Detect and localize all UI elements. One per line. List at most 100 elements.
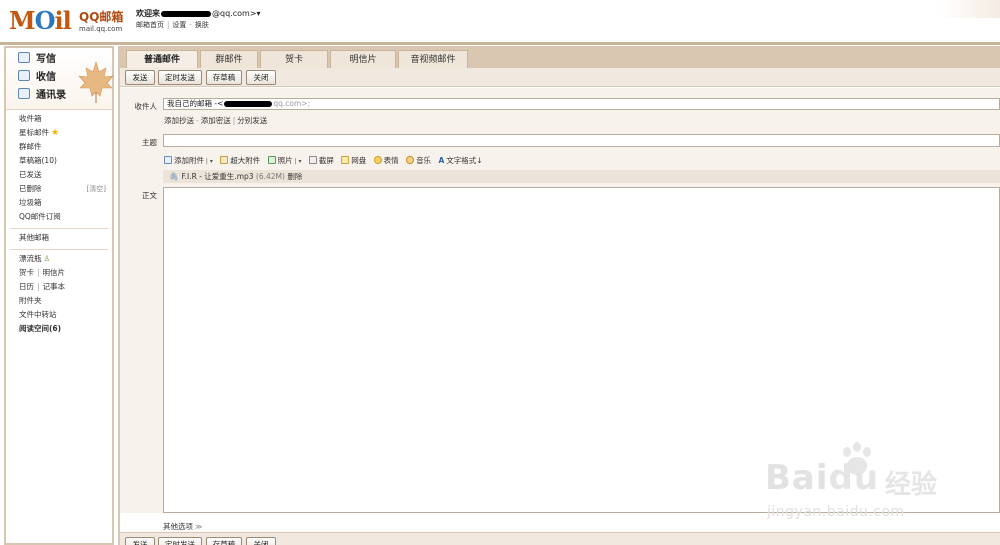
delete-attachment-link[interactable]: 删除 [287, 172, 302, 181]
tab-card[interactable]: 贺卡 [260, 50, 328, 68]
add-bcc-link[interactable]: 添加密送 [201, 116, 231, 125]
link-notes[interactable]: 记事本 [43, 282, 66, 291]
folder-list: 收件箱 星标邮件 ★ 群邮件 草稿箱(10) 已发送 已删除 [清空] 垃圾箱 QQ… [6, 112, 112, 336]
address-book-icon [18, 88, 30, 99]
account-dropdown[interactable]: @qq.com>▾ [212, 9, 261, 18]
folder-subscribe[interactable]: QQ邮件订阅 [6, 210, 112, 224]
folder-starred[interactable]: 星标邮件 ★ [6, 126, 112, 140]
folder-group[interactable]: 群邮件 [6, 140, 112, 154]
tab-postcard[interactable]: 明信片 [330, 50, 396, 68]
bottom-send-button[interactable]: 发送 [125, 537, 155, 545]
to-field[interactable]: 我自己的邮箱 -< qq.com>; [163, 98, 1000, 110]
body-editor[interactable] [163, 187, 1000, 513]
logo-qq-text: QQ邮箱 [79, 10, 124, 24]
compose-area: 收件人 我自己的邮箱 -< qq.com>; 添加抄送 - 添加密送 | 分别发送 主题 … [120, 88, 1000, 513]
redacted-email [161, 10, 211, 17]
top-toolbar: 发送 定时发送 存草稿 关闭 [120, 68, 1000, 87]
screenshot-icon [308, 156, 317, 164]
folder-sent[interactable]: 已发送 [6, 168, 112, 182]
paperclip-icon [164, 156, 172, 164]
sidebar: 写信 收信 通讯录 收件箱 星标邮件 ★ 群邮件 草稿箱(10) 已发送 已删除[… [4, 46, 114, 545]
body-label: 正文 [142, 191, 157, 200]
welcome-text: 欢迎来 @qq.com>▾ [136, 9, 261, 18]
contacts-button[interactable]: 通讯录 [18, 88, 66, 102]
write-button[interactable]: 写信 [18, 52, 56, 66]
add-attachment-button[interactable]: 添加附件 | ▾ [164, 155, 213, 168]
attached-file-row: 🖇 F.I.R - 让爱重生.mp3 (6.42M) 删除 [163, 170, 1000, 183]
link-calendar[interactable]: 日历 [19, 282, 34, 291]
text-format-icon: A [438, 156, 445, 165]
card-postcard-row: 贺卡 | 明信片 [19, 268, 66, 277]
redacted-address [224, 101, 273, 107]
folder-deleted[interactable]: 已删除 [清空] [6, 182, 112, 196]
paperclip-icon: 🖇 [169, 172, 179, 181]
divider [10, 228, 108, 229]
calendar-notes-row: 日历 | 记事本 [19, 282, 66, 291]
emoticon-button[interactable]: 表情 [373, 155, 399, 167]
text-format-button[interactable]: A 文字格式↓ [438, 155, 482, 167]
bottom-timed-send-button[interactable]: 定时发送 [158, 537, 202, 545]
separate-send-link[interactable]: 分别发送 [237, 116, 267, 125]
netdisk-button[interactable]: 网盘 [341, 155, 366, 167]
header-divider [0, 42, 1000, 45]
music-note-icon [406, 156, 415, 164]
bottom-save-draft-button[interactable]: 存草稿 [206, 537, 242, 545]
add-cc-link[interactable]: 添加抄送 [164, 116, 194, 125]
big-attachment-icon [220, 156, 229, 164]
tab-group-mail[interactable]: 群邮件 [200, 50, 258, 68]
inbox-icon [18, 70, 30, 81]
chevron-down-icon: ≫ [195, 523, 203, 531]
folder-spam[interactable]: 垃圾箱 [6, 196, 112, 210]
qq-mail-logo[interactable]: MOil QQ邮箱 mail.qq.com [9, 6, 129, 36]
drift-bottle[interactable]: 漂流瓶 ♙ [6, 252, 112, 266]
link-card[interactable]: 贺卡 [19, 268, 34, 277]
header: MOil QQ邮箱 mail.qq.com 欢迎来 @qq.com>▾ 邮箱首页 |… [0, 0, 1000, 42]
folder-reading-space[interactable]: 阅读空间(6) [6, 322, 112, 336]
star-icon: ★ [51, 128, 60, 138]
folder-inbox[interactable]: 收件箱 [6, 112, 112, 126]
receive-button[interactable]: 收信 [18, 70, 56, 84]
send-button[interactable]: 发送 [125, 70, 155, 85]
smiley-icon [373, 156, 382, 164]
bottom-close-button[interactable]: 关闭 [246, 537, 276, 545]
save-draft-button[interactable]: 存草稿 [206, 70, 242, 85]
top-links: 邮箱首页 | 设置 - 换肤 [136, 21, 209, 29]
bottom-toolbar: 发送 定时发送 存草稿 关闭 [120, 532, 1000, 545]
other-options-toggle[interactable]: 其他选项 ≫ [163, 521, 202, 532]
folder-icon [341, 156, 350, 164]
to-label: 收件人 [134, 102, 158, 111]
recipient-options: 添加抄送 - 添加密送 | 分别发送 [164, 116, 268, 125]
logo-moil: MOil [9, 6, 72, 35]
subject-input[interactable] [163, 134, 1000, 147]
tab-av-mail[interactable]: 音视频邮件 [398, 50, 468, 68]
photo-icon [267, 156, 276, 164]
attached-file-size: (6.42M) [255, 172, 285, 181]
pencil-icon [18, 52, 30, 63]
quick-actions: 写信 收信 通讯录 [6, 48, 114, 110]
folder-attachments[interactable]: 附件夹 [6, 294, 112, 308]
bottle-icon: ♙ [43, 254, 51, 263]
tab-normal-mail[interactable]: 普通邮件 [126, 50, 198, 68]
clean-deleted-link[interactable]: [清空] [87, 182, 106, 196]
screenshot-button[interactable]: 截屏 [308, 155, 334, 167]
logo-url: mail.qq.com [79, 25, 123, 33]
music-button[interactable]: 音乐 [406, 155, 431, 167]
big-attachment-button[interactable]: 超大附件 [220, 155, 260, 167]
maple-leaf-icon [78, 60, 114, 103]
mail-type-tabs: 普通邮件 群邮件 贺卡 明信片 音视频邮件 [120, 46, 1000, 68]
attachment-toolbar: 添加附件 | ▾ 超大附件 照片 | ▾ 截屏 网盘 表情 音乐 A 文字格式↓ [164, 155, 488, 167]
photo-button[interactable]: 照片 | ▾ [267, 155, 302, 168]
header-decoration [940, 0, 1000, 18]
link-postcard[interactable]: 明信片 [43, 268, 66, 277]
folder-file-transfer[interactable]: 文件中转站 [6, 308, 112, 322]
timed-send-button[interactable]: 定时发送 [158, 70, 202, 85]
folder-drafts[interactable]: 草稿箱(10) [6, 154, 112, 168]
attached-file-name[interactable]: F.I.R - 让爱重生.mp3 [182, 172, 254, 181]
link-mail-home[interactable]: 邮箱首页 [136, 21, 164, 29]
link-change-skin[interactable]: 换肤 [195, 21, 209, 29]
folder-other-mailbox[interactable]: 其他邮箱 [6, 231, 112, 245]
divider [10, 249, 108, 250]
link-settings[interactable]: 设置 [172, 21, 186, 29]
subject-label: 主题 [142, 138, 157, 147]
close-button[interactable]: 关闭 [246, 70, 276, 85]
